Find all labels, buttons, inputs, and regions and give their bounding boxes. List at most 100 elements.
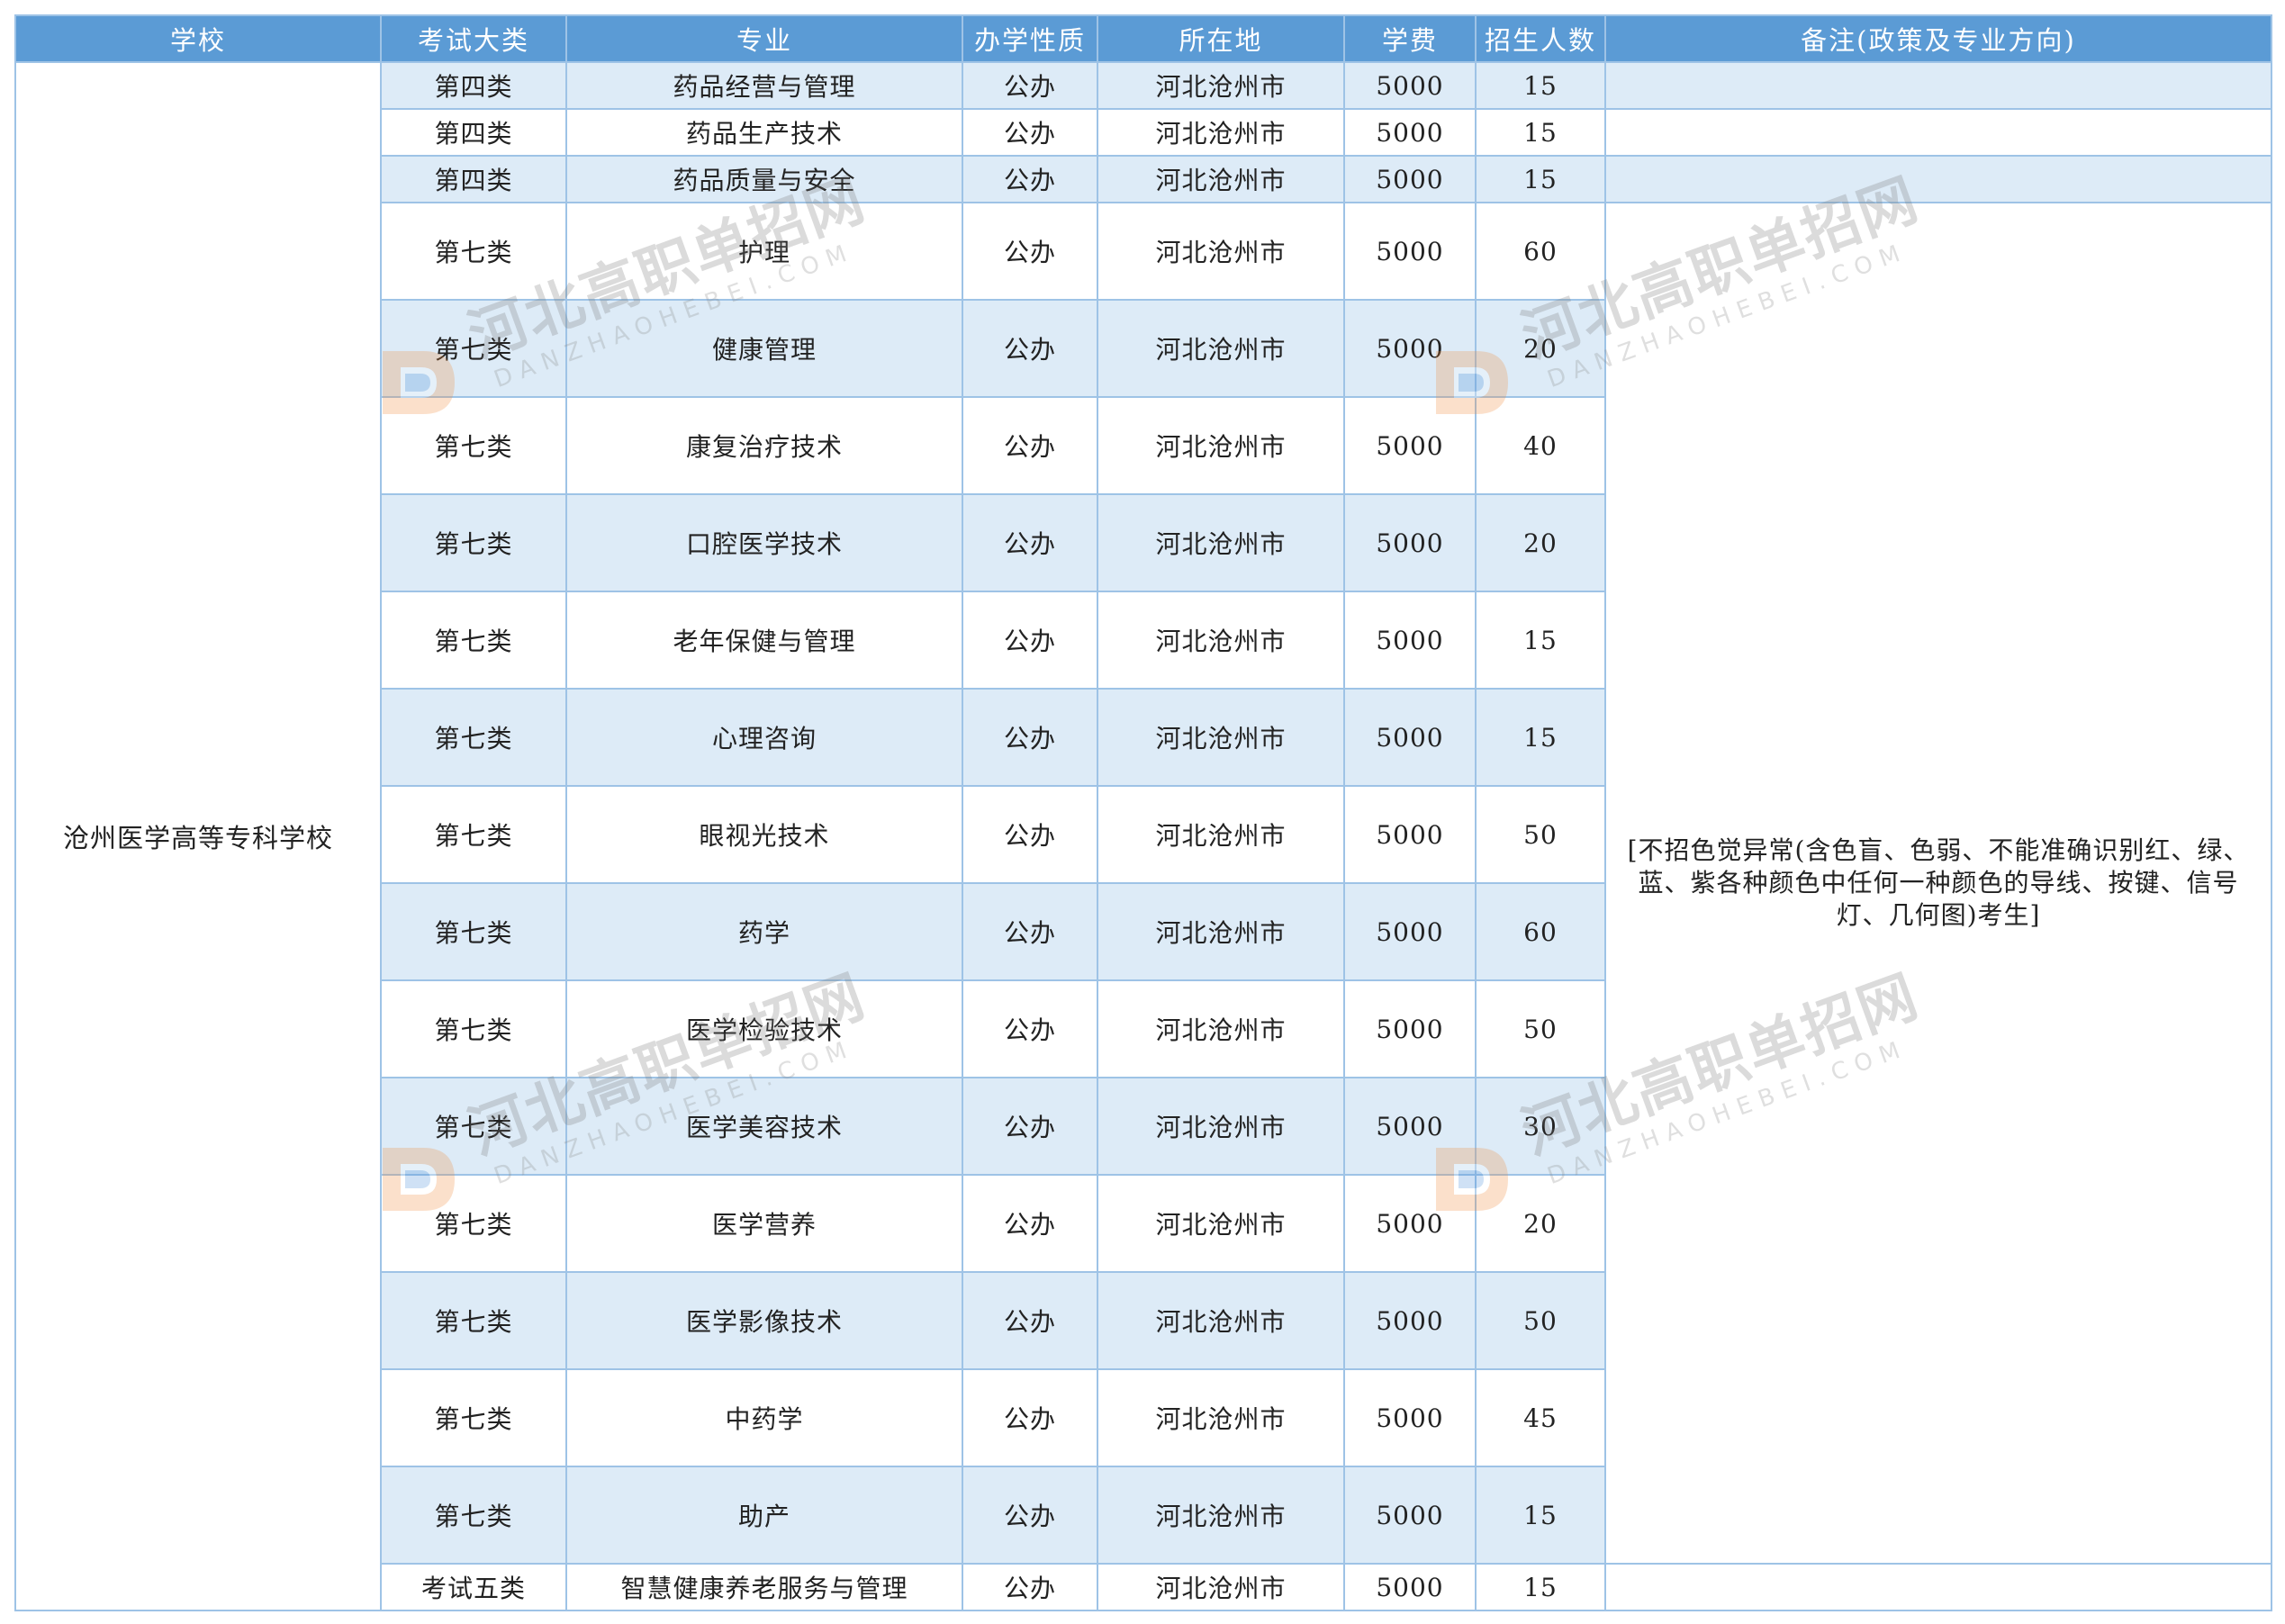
- col-header-major: 专业: [565, 14, 963, 63]
- location-cell: 河北沧州市: [1097, 1174, 1345, 1273]
- enrollment-quota-cell: 60: [1475, 882, 1606, 981]
- enrollment-quota-cell: 30: [1475, 1077, 1606, 1176]
- exam-category-cell: 第七类: [380, 299, 567, 398]
- major-cell: 药品经营与管理: [565, 61, 963, 110]
- enrollment-quota-cell: 60: [1475, 202, 1606, 301]
- location-cell: 河北沧州市: [1097, 1077, 1345, 1176]
- enrollment-quota-cell: 40: [1475, 396, 1606, 495]
- major-cell: 健康管理: [565, 299, 963, 398]
- location-cell: 河北沧州市: [1097, 688, 1345, 787]
- location-cell: 河北沧州市: [1097, 299, 1345, 398]
- col-header-category: 考试大类: [380, 14, 567, 63]
- col-header-tuition: 学费: [1343, 14, 1477, 63]
- location-cell: 河北沧州市: [1097, 155, 1345, 203]
- school-nature-cell: 公办: [962, 299, 1098, 398]
- exam-category-cell: 第七类: [380, 396, 567, 495]
- tuition-cell: 5000: [1343, 299, 1477, 398]
- major-cell: 护理: [565, 202, 963, 301]
- location-cell: 河北沧州市: [1097, 108, 1345, 157]
- location-cell: 河北沧州市: [1097, 1563, 1345, 1611]
- col-header-school: 学校: [14, 14, 382, 63]
- tuition-cell: 5000: [1343, 1271, 1477, 1370]
- notes-cell-empty: [1604, 108, 2272, 157]
- location-cell: 河北沧州市: [1097, 1271, 1345, 1370]
- exam-category-cell: 第七类: [380, 882, 567, 981]
- tuition-cell: 5000: [1343, 1368, 1477, 1467]
- school-nature-cell: 公办: [962, 61, 1098, 110]
- school-nature-cell: 公办: [962, 493, 1098, 592]
- notes-cell: [不招色觉异常(含色盲、色弱、不能准确识别红、绿、蓝、紫各种颜色中任何一种颜色的…: [1604, 202, 2272, 1565]
- enrollment-quota-cell: 15: [1475, 1466, 1606, 1565]
- location-cell: 河北沧州市: [1097, 202, 1345, 301]
- school-nature-cell: 公办: [962, 1466, 1098, 1565]
- tuition-cell: 5000: [1343, 202, 1477, 301]
- school-nature-cell: 公办: [962, 396, 1098, 495]
- major-cell: 药品生产技术: [565, 108, 963, 157]
- enrollment-quota-cell: 50: [1475, 979, 1606, 1078]
- tuition-cell: 5000: [1343, 1466, 1477, 1565]
- major-cell: 康复治疗技术: [565, 396, 963, 495]
- enrollment-quota-cell: 20: [1475, 493, 1606, 592]
- school-nature-cell: 公办: [962, 882, 1098, 981]
- school-nature-cell: 公办: [962, 108, 1098, 157]
- major-cell: 药学: [565, 882, 963, 981]
- exam-category-cell: 第七类: [380, 1174, 567, 1273]
- tuition-cell: 5000: [1343, 688, 1477, 787]
- notes-cell-empty: [1604, 61, 2272, 110]
- enrollment-quota-cell: 15: [1475, 108, 1606, 157]
- exam-category-cell: 第四类: [380, 61, 567, 110]
- major-cell: 心理咨询: [565, 688, 963, 787]
- exam-category-cell: 第七类: [380, 979, 567, 1078]
- admissions-table: 学校 考试大类 专业 办学性质 所在地 学费 招生人数 备注(政策及专业方向) …: [14, 14, 2272, 1611]
- tuition-cell: 5000: [1343, 155, 1477, 203]
- enrollment-quota-cell: 50: [1475, 785, 1606, 884]
- location-cell: 河北沧州市: [1097, 61, 1345, 110]
- enrollment-quota-cell: 20: [1475, 1174, 1606, 1273]
- major-cell: 智慧健康养老服务与管理: [565, 1563, 963, 1611]
- notes-cell-empty: [1604, 1563, 2272, 1611]
- major-cell: 医学营养: [565, 1174, 963, 1273]
- major-cell: 医学影像技术: [565, 1271, 963, 1370]
- exam-category-cell: 第七类: [380, 493, 567, 592]
- col-header-nature: 办学性质: [962, 14, 1098, 63]
- school-nature-cell: 公办: [962, 688, 1098, 787]
- location-cell: 河北沧州市: [1097, 1466, 1345, 1565]
- col-header-quota: 招生人数: [1475, 14, 1606, 63]
- enrollment-quota-cell: 15: [1475, 688, 1606, 787]
- enrollment-quota-cell: 15: [1475, 591, 1606, 690]
- school-nature-cell: 公办: [962, 155, 1098, 203]
- major-cell: 老年保健与管理: [565, 591, 963, 690]
- tuition-cell: 5000: [1343, 785, 1477, 884]
- table-row: 沧州医学高等专科学校 第四类 药品经营与管理 公办 河北沧州市 5000 15: [14, 61, 2272, 1611]
- col-header-location: 所在地: [1097, 14, 1345, 63]
- notes-cell-empty: [1604, 155, 2272, 203]
- major-cell: 药品质量与安全: [565, 155, 963, 203]
- location-cell: 河北沧州市: [1097, 979, 1345, 1078]
- major-cell: 口腔医学技术: [565, 493, 963, 592]
- enrollment-quota-cell: 15: [1475, 1563, 1606, 1611]
- school-nature-cell: 公办: [962, 202, 1098, 301]
- school-nature-cell: 公办: [962, 1563, 1098, 1611]
- header-row: 学校 考试大类 专业 办学性质 所在地 学费 招生人数 备注(政策及专业方向): [14, 14, 2272, 63]
- tuition-cell: 5000: [1343, 108, 1477, 157]
- school-nature-cell: 公办: [962, 1271, 1098, 1370]
- location-cell: 河北沧州市: [1097, 882, 1345, 981]
- location-cell: 河北沧州市: [1097, 785, 1345, 884]
- table-body: 沧州医学高等专科学校 第四类 药品经营与管理 公办 河北沧州市 5000 15 第四类 药品生产…: [14, 61, 2272, 1611]
- exam-category-cell: 第七类: [380, 1466, 567, 1565]
- major-cell: 眼视光技术: [565, 785, 963, 884]
- tuition-cell: 5000: [1343, 1077, 1477, 1176]
- tuition-cell: 5000: [1343, 396, 1477, 495]
- exam-category-cell: 第七类: [380, 1368, 567, 1467]
- school-nature-cell: 公办: [962, 1368, 1098, 1467]
- exam-category-cell: 第四类: [380, 108, 567, 157]
- exam-category-cell: 第七类: [380, 591, 567, 690]
- tuition-cell: 5000: [1343, 979, 1477, 1078]
- major-cell: 中药学: [565, 1368, 963, 1467]
- col-header-notes: 备注(政策及专业方向): [1604, 14, 2272, 63]
- location-cell: 河北沧州市: [1097, 591, 1345, 690]
- tuition-cell: 5000: [1343, 1174, 1477, 1273]
- location-cell: 河北沧州市: [1097, 493, 1345, 592]
- enrollment-quota-cell: 50: [1475, 1271, 1606, 1370]
- location-cell: 河北沧州市: [1097, 1368, 1345, 1467]
